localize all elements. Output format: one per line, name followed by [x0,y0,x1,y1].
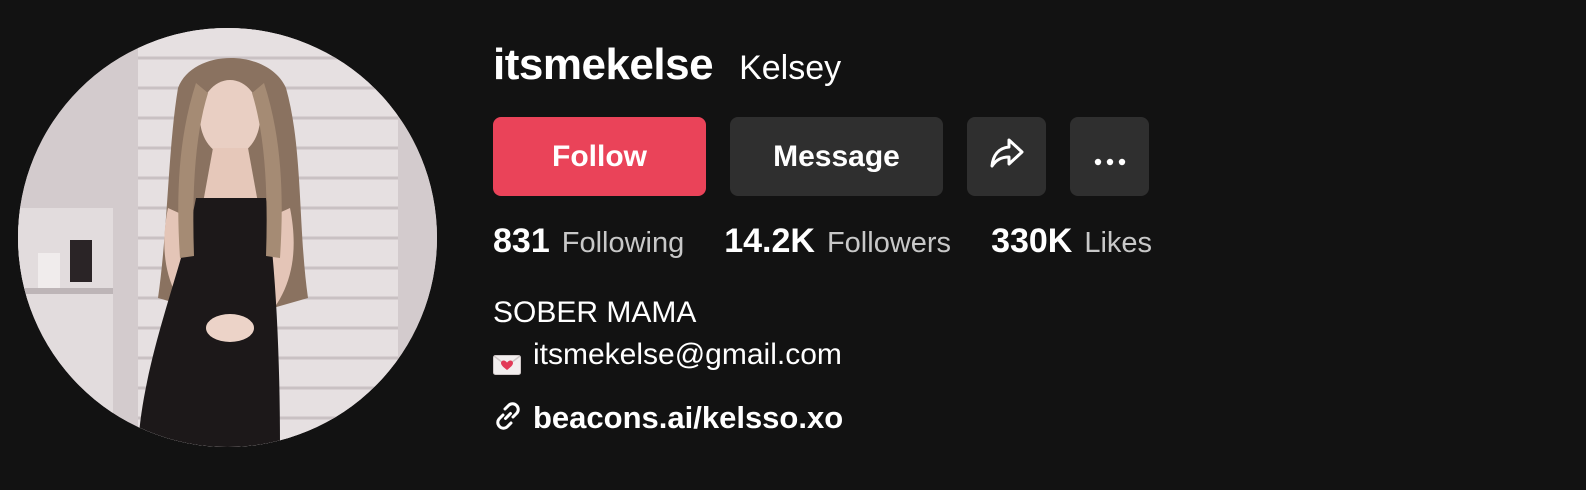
follow-button-label: Follow [552,139,647,173]
more-horizontal-icon [1094,140,1126,174]
follow-button[interactable]: Follow [493,117,706,196]
following-count: 831 [493,222,550,260]
message-button-label: Message [773,139,900,173]
likes-count: 330K [991,222,1073,260]
likes-label: Likes [1084,227,1153,259]
love-letter-icon [493,345,521,375]
link-icon [493,401,523,436]
nickname: Kelsey [739,49,842,87]
bio-link[interactable]: beacons.ai/kelsso.xo [493,400,843,436]
profile-bio: SOBER MAMA itsmekelse@gmail.com [493,292,842,376]
name-row: itsmekelse Kelsey [493,40,841,90]
following-label: Following [561,227,685,259]
bio-line-2: itsmekelse@gmail.com [493,334,842,376]
link-text[interactable]: beacons.ai/kelsso.xo [533,400,843,436]
username: itsmekelse [493,40,714,89]
bio-line-1: SOBER MAMA [493,296,697,329]
more-options-button[interactable] [1070,117,1149,196]
profile-stats: 831 Following 14.2K Followers 330K Likes [493,222,1192,261]
followers-label: Followers [826,227,952,259]
profile-avatar[interactable] [18,28,437,447]
followers-count: 14.2K [724,222,815,260]
share-arrow-icon [989,137,1025,177]
bio-email: itsmekelse@gmail.com [533,338,842,371]
following-stat[interactable]: 831 Following [493,222,684,261]
share-button[interactable] [967,117,1046,196]
message-button[interactable]: Message [730,117,943,196]
likes-stat: 330K Likes [991,222,1152,261]
followers-stat[interactable]: 14.2K Followers [724,222,951,261]
